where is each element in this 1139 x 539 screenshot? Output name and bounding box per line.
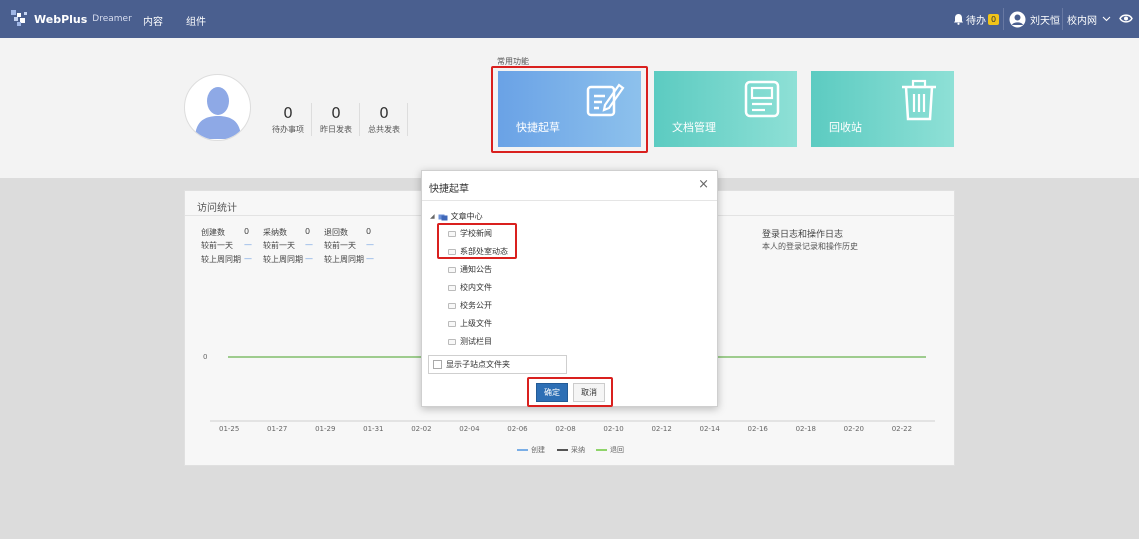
show-subsite-folders-toggle[interactable]: 显示子站点文件夹	[428, 355, 567, 374]
legend-item-return[interactable]: 退回	[596, 445, 624, 455]
x-tick-label: 01-27	[267, 425, 288, 433]
tree-item-notices[interactable]: 通知公告	[448, 264, 492, 275]
close-icon[interactable]: ×	[698, 177, 709, 192]
tree-root-article-center[interactable]: ◢ 文章中心	[430, 211, 483, 222]
folder-icon	[448, 320, 456, 327]
dialog-title: 快捷起草	[429, 184, 469, 195]
folder-icon	[448, 302, 456, 309]
x-tick-label: 01-25	[219, 425, 240, 433]
legend-label: 退回	[610, 446, 624, 454]
x-tick-label: 02-06	[507, 425, 528, 433]
tree-label: 上级文件	[460, 319, 492, 328]
x-tick-label: 02-08	[555, 425, 576, 433]
x-tick-label: 02-10	[603, 425, 624, 433]
x-tick-label: 02-12	[651, 425, 672, 433]
x-tick-label: 02-02	[411, 425, 432, 433]
x-tick-label: 01-31	[363, 425, 384, 433]
x-tick-label: 01-29	[315, 425, 336, 433]
tree-label: 校务公开	[460, 301, 492, 310]
x-tick-label: 02-14	[699, 425, 720, 433]
checkbox-label: 显示子站点文件夹	[446, 360, 510, 369]
x-tick-label: 02-18	[795, 425, 816, 433]
legend-swatch	[557, 449, 568, 451]
tree-label: 校内文件	[460, 283, 492, 292]
folder-group-icon	[438, 214, 448, 220]
tree-item-superior-docs[interactable]: 上级文件	[448, 318, 492, 329]
expand-triangle-icon[interactable]: ◢	[430, 213, 435, 220]
x-tick-label: 02-22	[891, 425, 913, 433]
folder-icon	[448, 338, 456, 345]
folder-icon	[448, 284, 456, 291]
highlight-box	[437, 223, 517, 259]
legend-swatch	[517, 449, 528, 451]
legend-swatch	[596, 449, 607, 451]
legend-label: 创建	[531, 446, 545, 454]
quick-draft-dialog: 快捷起草 × ◢ 文章中心 学校新闻 系部处室动态 通知公告 校内文件 校务公开…	[421, 170, 718, 407]
tree-label: 文章中心	[450, 212, 483, 221]
x-tick-label: 02-16	[747, 425, 768, 433]
tree-item-public-affairs[interactable]: 校务公开	[448, 300, 492, 311]
x-tick-label: 02-20	[843, 425, 864, 433]
legend-label: 采纳	[571, 446, 585, 454]
tree-label: 通知公告	[460, 265, 492, 274]
folder-icon	[448, 266, 456, 273]
tree-label: 测试栏目	[460, 337, 492, 346]
legend-item-adopt[interactable]: 采纳	[557, 445, 585, 455]
tree-item-test-column[interactable]: 测试栏目	[448, 336, 492, 347]
tree-item-internal-docs[interactable]: 校内文件	[448, 282, 492, 293]
checkbox[interactable]	[433, 360, 442, 369]
x-tick-label: 02-04	[459, 425, 480, 433]
highlight-box	[527, 377, 613, 407]
legend-item-create[interactable]: 创建	[517, 445, 545, 455]
dialog-header: 快捷起草 ×	[422, 171, 717, 201]
